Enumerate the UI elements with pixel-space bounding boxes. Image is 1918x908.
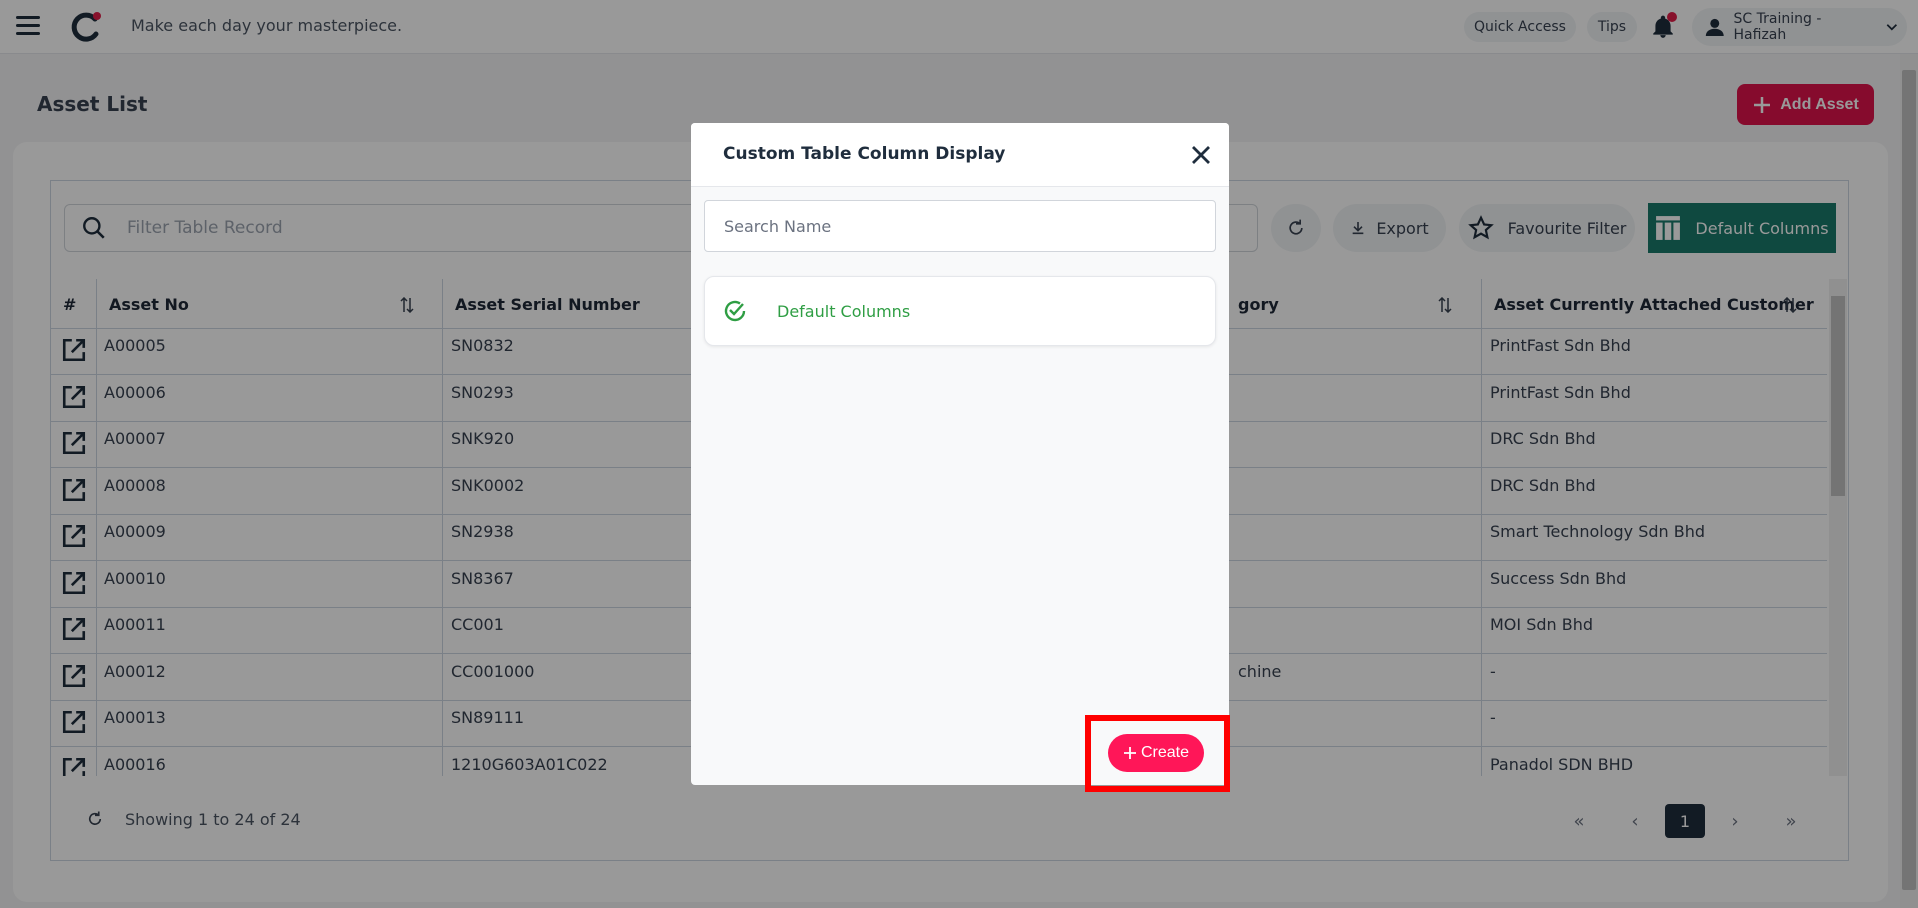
modal-header: Custom Table Column Display — [691, 123, 1229, 187]
column-preset-label: Default Columns — [777, 301, 911, 321]
close-icon[interactable] — [1191, 145, 1211, 165]
check-circle-icon — [724, 300, 746, 322]
custom-column-modal: Custom Table Column Display Default Colu… — [691, 123, 1229, 785]
column-preset-item[interactable]: Default Columns — [704, 276, 1216, 346]
highlight-box — [1085, 715, 1230, 792]
search-name-input[interactable] — [704, 200, 1216, 252]
modal-title: Custom Table Column Display — [723, 144, 1006, 164]
